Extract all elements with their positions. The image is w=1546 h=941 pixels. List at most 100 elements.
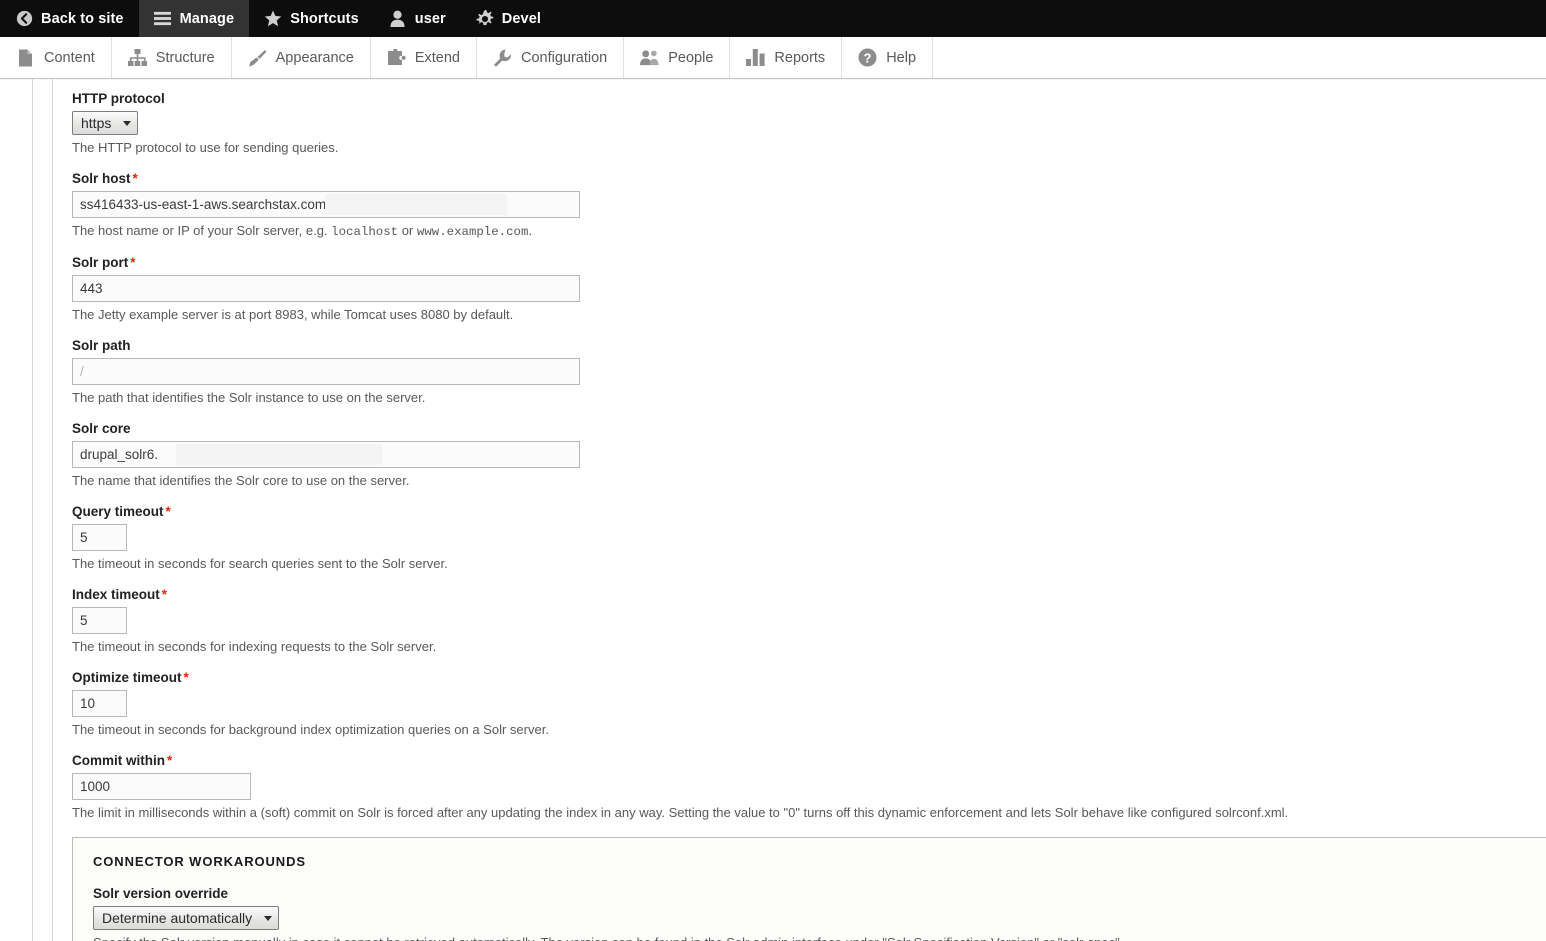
select-value: https xyxy=(81,115,112,131)
field-description: The Jetty example server is at port 8983… xyxy=(72,307,514,322)
question-mark-icon: ? xyxy=(858,48,877,67)
required-marker: * xyxy=(130,255,136,270)
menu-item-label: Configuration xyxy=(521,49,608,66)
toolbar-item-label: Back to site xyxy=(41,10,124,27)
people-icon xyxy=(640,48,659,67)
field-solr-host: Solr host* The host name or IP of your S… xyxy=(72,170,1546,241)
index-timeout-input[interactable] xyxy=(72,607,127,634)
page-rule-left xyxy=(32,79,33,941)
hamburger-icon xyxy=(154,10,172,28)
page-body: HTTP protocol https The HTTP protocol to… xyxy=(0,79,1546,941)
toolbar-item-user[interactable]: user xyxy=(374,0,461,37)
solr-version-override-select[interactable]: Determine automatically xyxy=(93,906,280,930)
required-marker: * xyxy=(161,587,168,602)
field-label: Optimize timeout * xyxy=(72,670,189,685)
connector-workarounds-fieldset: CONNECTOR WORKAROUNDS Solr version overr… xyxy=(72,837,1546,941)
sitemap-icon xyxy=(127,48,147,67)
solr-path-input[interactable] xyxy=(72,358,580,385)
field-description: The timeout in seconds for search querie… xyxy=(72,556,448,571)
page-rule-inner xyxy=(52,79,53,941)
document-icon xyxy=(16,48,35,67)
field-description: The name that identifies the Solr core t… xyxy=(72,473,410,488)
solr-port-input[interactable] xyxy=(72,275,580,302)
admin-toolbar: Back to site Manage Shortcuts user Devel xyxy=(0,0,1546,37)
select-value: Determine automatically xyxy=(102,910,253,926)
menu-item-people[interactable]: People xyxy=(624,37,731,78)
toolbar-item-manage[interactable]: Manage xyxy=(138,0,250,37)
http-protocol-select[interactable]: https xyxy=(72,111,139,135)
field-label: Solr host * xyxy=(72,171,138,186)
field-query-timeout: Query timeout* The timeout in seconds fo… xyxy=(72,503,1546,573)
menu-item-configuration[interactable]: Configuration xyxy=(477,37,625,78)
solr-host-input-wrap xyxy=(72,191,580,218)
field-label: Solr port * xyxy=(72,255,136,270)
toolbar-item-label: Shortcuts xyxy=(290,10,359,27)
toolbar-item-devel[interactable]: Devel xyxy=(461,0,556,37)
field-description: The path that identifies the Solr instan… xyxy=(72,390,426,405)
toolbar-item-label: Devel xyxy=(501,10,541,27)
person-icon xyxy=(389,10,407,28)
query-timeout-input[interactable] xyxy=(72,524,127,551)
chevron-down-icon xyxy=(264,915,273,921)
field-label: HTTP protocol xyxy=(72,91,165,106)
admin-menu-bar: Content Structure Appearance Extend Conf… xyxy=(0,37,1546,79)
toolbar-item-label: Manage xyxy=(179,10,235,27)
field-description: The timeout in seconds for background in… xyxy=(72,722,549,737)
field-solr-version-override: Solr version override Determine automati… xyxy=(93,885,1526,941)
field-optimize-timeout: Optimize timeout* The timeout in seconds… xyxy=(72,669,1546,739)
field-index-timeout: Index timeout* The timeout in seconds fo… xyxy=(72,586,1546,656)
field-solr-path: Solr path The path that identifies the S… xyxy=(72,337,1546,407)
menu-spacer xyxy=(933,37,1546,78)
solr-core-input[interactable] xyxy=(72,441,580,468)
commit-within-input[interactable] xyxy=(72,773,251,800)
field-label: Commit within * xyxy=(72,753,173,768)
field-commit-within: Commit within* The limit in milliseconds… xyxy=(72,752,1546,822)
toolbar-item-shortcuts[interactable]: Shortcuts xyxy=(249,0,374,37)
menu-item-label: Appearance xyxy=(275,49,354,66)
toolbar-item-label: user xyxy=(414,10,446,27)
required-marker: * xyxy=(167,753,173,768)
menu-item-appearance[interactable]: Appearance xyxy=(232,37,371,78)
menu-item-label: Reports xyxy=(774,49,826,66)
solr-host-input[interactable] xyxy=(72,191,580,218)
menu-item-reports[interactable]: Reports xyxy=(730,37,843,78)
field-description: The timeout in seconds for indexing requ… xyxy=(72,639,437,654)
field-description: The HTTP protocol to use for sending que… xyxy=(72,140,339,155)
wrench-icon xyxy=(493,48,512,67)
paintbrush-icon xyxy=(248,48,267,67)
menu-item-label: Structure xyxy=(155,49,215,66)
menu-item-label: People xyxy=(668,49,714,66)
back-arrow-icon xyxy=(15,10,33,28)
field-label: Solr core xyxy=(72,421,131,436)
chevron-down-icon xyxy=(123,120,132,126)
menu-item-help[interactable]: ? Help xyxy=(842,37,934,78)
bar-chart-icon xyxy=(746,48,766,67)
required-marker: * xyxy=(183,670,189,685)
menu-item-label: Help xyxy=(886,49,917,66)
field-description: The host name or IP of your Solr server,… xyxy=(72,223,533,239)
settings-form: HTTP protocol https The HTTP protocol to… xyxy=(72,79,1546,941)
menu-item-label: Extend xyxy=(414,49,460,66)
field-label: Query timeout * xyxy=(72,504,171,519)
required-marker: * xyxy=(165,504,171,519)
svg-text:?: ? xyxy=(864,50,872,65)
star-icon xyxy=(264,10,282,28)
menu-item-content[interactable]: Content xyxy=(0,37,112,78)
field-label: Index timeout * xyxy=(72,587,168,602)
field-label: Solr version override xyxy=(93,886,229,901)
fieldset-legend: CONNECTOR WORKAROUNDS xyxy=(93,854,306,869)
field-label: Solr path xyxy=(72,338,131,353)
menu-item-label: Content xyxy=(44,49,95,66)
solr-core-input-wrap xyxy=(72,441,580,468)
puzzle-icon xyxy=(387,48,406,67)
optimize-timeout-input[interactable] xyxy=(72,690,127,717)
fieldset-body: Solr version override Determine automati… xyxy=(93,885,1526,941)
field-solr-port: Solr port* The Jetty example server is a… xyxy=(72,254,1546,324)
toolbar-item-back-to-site[interactable]: Back to site xyxy=(0,0,139,37)
menu-item-structure[interactable]: Structure xyxy=(112,37,232,78)
gear-icon xyxy=(476,9,494,28)
required-marker: * xyxy=(132,171,138,186)
menu-item-extend[interactable]: Extend xyxy=(371,37,477,78)
field-solr-core: Solr core The name that identifies the S… xyxy=(72,420,1546,490)
field-description: Specify the Solr version manually in cas… xyxy=(93,934,1526,941)
